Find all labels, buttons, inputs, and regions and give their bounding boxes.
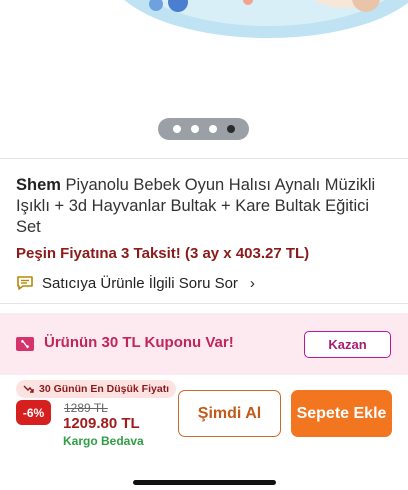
gallery-dot-active[interactable] [226,125,235,133]
gallery-dot[interactable] [190,125,199,133]
gallery-pagination[interactable] [158,118,249,140]
chevron-right-icon: › [249,274,255,292]
play-mat-image [124,0,408,38]
earn-coupon-button[interactable]: Kazan [304,331,391,358]
ask-seller-link[interactable]: Satıcıya Ürünle İlgili Soru Sor › [16,272,255,294]
buy-now-button[interactable]: Şimdi Al [178,390,281,437]
coupon-text: Ürünün 30 TL Kuponu Var! [44,334,234,351]
ask-seller-label: Satıcıya Ürünle İlgili Soru Sor [42,274,238,292]
divider [0,158,408,159]
discount-badge: -6% [16,400,51,425]
product-image[interactable] [0,0,408,158]
gallery-dot[interactable] [208,125,217,133]
trend-down-icon [23,385,34,393]
gallery-dot[interactable] [172,125,181,133]
divider [0,303,408,304]
coupon-ticket-icon [16,337,34,351]
installment-info: Peşin Fiyatına 3 Taksit! (3 ay x 403.27 … [16,245,310,262]
lowest-price-badge: 30 Günün En Düşük Fiyatı [16,380,177,398]
old-price: 1289 TL [64,401,108,415]
coupon-banner: Ürünün 30 TL Kuponu Var! Kazan [0,313,408,375]
chat-bubble-icon [17,276,33,290]
home-indicator[interactable] [133,480,276,485]
current-price: 1209.80 TL [63,415,140,432]
product-name: Piyanolu Bebek Oyun Halısı Aynalı Müzikl… [16,176,376,236]
brand-name[interactable]: Shem [16,176,61,194]
free-shipping-label: Kargo Bedava [63,434,144,448]
lowest-price-text: 30 Günün En Düşük Fiyatı [39,383,170,395]
add-to-cart-button[interactable]: Sepete Ekle [291,390,392,437]
product-title: Shem Piyanolu Bebek Oyun Halısı Aynalı M… [16,175,392,238]
